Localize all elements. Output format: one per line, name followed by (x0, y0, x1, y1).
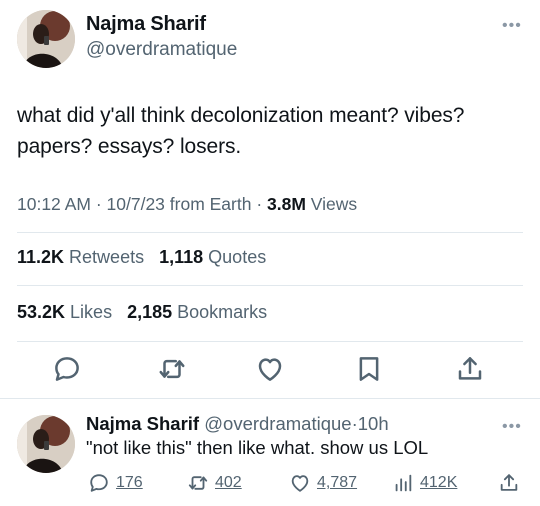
divider (17, 341, 523, 342)
reply-header: Najma Sharif @overdramatique·10h (86, 413, 389, 435)
reply-count: 176 (116, 474, 143, 491)
likes-count: 53.2K (17, 302, 66, 322)
divider (17, 285, 523, 286)
tweet-meta: 10:12 AM · 10/7/23 from Earth · 3.8M Vie… (17, 194, 357, 215)
quotes-stat[interactable]: 1,118 Quotes (159, 247, 266, 267)
reply-author-name[interactable]: Najma Sharif (86, 413, 199, 434)
more-horizontal-icon[interactable]: ••• (502, 18, 522, 34)
reply-retweet-button[interactable]: 402 (187, 469, 242, 497)
tweet-text-line: what did y'all think decolonization mean… (17, 104, 465, 127)
tweet-date[interactable]: 10/7/23 (107, 194, 165, 214)
tweet-text: what did y'all think decolonization mean… (17, 100, 523, 162)
share-icon (500, 474, 518, 491)
reply-author-handle[interactable]: @overdramatique (199, 413, 351, 434)
author-name[interactable]: Najma Sharif (86, 13, 206, 36)
quotes-count: 1,118 (159, 247, 204, 267)
author-avatar[interactable] (17, 10, 75, 68)
more-horizontal-icon[interactable]: ••• (502, 419, 522, 435)
author-handle[interactable]: @overdramatique (86, 39, 237, 61)
bookmark-icon[interactable] (354, 354, 384, 384)
tweet-source: from Earth (164, 194, 252, 214)
likes-stat[interactable]: 53.2K Likes (17, 302, 112, 322)
views-chart-icon (395, 474, 412, 492)
reply-share-button[interactable] (498, 469, 526, 497)
reply-icon (90, 474, 108, 492)
views-count: 412K (420, 474, 458, 491)
views-label: Views (305, 194, 358, 214)
retweets-label: Retweets (64, 247, 145, 267)
reply-tweet[interactable]: Najma Sharif @overdramatique·10h ••• "no… (0, 399, 540, 506)
tweet-text-line: papers? essays? losers. (17, 135, 242, 158)
reply-icon[interactable] (52, 354, 82, 384)
tweet-time[interactable]: 10:12 AM (17, 194, 91, 214)
reply-author-avatar[interactable] (17, 415, 75, 473)
retweets-stat[interactable]: 11.2K Retweets (17, 247, 144, 267)
tweet-actions (0, 350, 540, 390)
retweet-icon[interactable] (157, 354, 187, 384)
retweet-count: 402 (215, 474, 242, 491)
reply-reply-button[interactable]: 176 (88, 469, 143, 497)
reply-actions: 176 402 4,787 412K (0, 469, 540, 497)
like-icon[interactable] (255, 354, 285, 384)
retweets-count: 11.2K (17, 247, 65, 267)
bookmarks-count: 2,185 (127, 302, 173, 322)
bookmarks-stat[interactable]: 2,185 Bookmarks (127, 302, 267, 322)
likes-label: Likes (65, 302, 113, 322)
share-icon[interactable] (455, 354, 485, 384)
like-count: 4,787 (317, 474, 358, 491)
meta-separator: · (90, 194, 107, 214)
divider (17, 232, 523, 233)
stats-row-engagement: 53.2K Likes 2,185 Bookmarks (17, 302, 277, 323)
retweet-icon (188, 476, 208, 490)
reply-time[interactable]: 10h (358, 413, 389, 434)
avatar-photo (17, 10, 75, 68)
bookmarks-label: Bookmarks (172, 302, 268, 322)
main-tweet: Najma Sharif @overdramatique ••• what di… (0, 0, 540, 398)
quotes-label: Quotes (203, 247, 267, 267)
like-icon (291, 475, 309, 492)
stats-row-reposts: 11.2K Retweets 1,118 Quotes (17, 247, 276, 268)
meta-separator: · (251, 194, 268, 214)
reply-views-button[interactable]: 412K (392, 469, 457, 497)
avatar-photo (17, 415, 75, 473)
reply-like-button[interactable]: 4,787 (289, 469, 357, 497)
views-count: 3.8M (267, 194, 306, 214)
reply-text: "not like this" then like what. show us … (86, 437, 429, 458)
